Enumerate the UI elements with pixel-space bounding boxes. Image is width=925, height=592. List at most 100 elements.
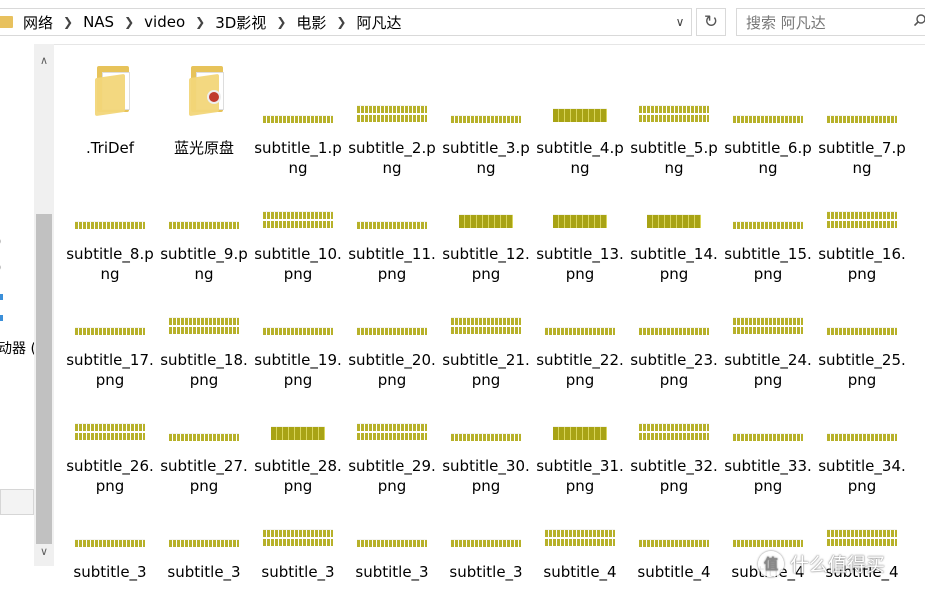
thumbnail [251, 160, 345, 244]
thumbnail [63, 478, 157, 562]
thumbnail [345, 160, 439, 244]
thumbnail [157, 478, 251, 562]
file-item[interactable]: subtitle_3 [63, 478, 157, 582]
chevron-right-icon[interactable]: ❯ [330, 15, 352, 29]
breadcrumb-item-nas[interactable]: NAS [79, 13, 118, 31]
watermark: 值 什么值得买 [758, 550, 885, 577]
subtitle-image-thumbnail [639, 423, 709, 440]
subtitle-image-thumbnail [75, 327, 145, 335]
subtitle-image-thumbnail [827, 433, 897, 441]
subtitle-image-thumbnail [451, 433, 521, 441]
chevron-right-icon[interactable]: ❯ [270, 15, 292, 29]
subtitle-image-thumbnail [733, 221, 803, 229]
search-input[interactable]: 搜索 阿凡达 [736, 8, 925, 36]
breadcrumb[interactable]: 网络 ❯ NAS ❯ video ❯ 3D影视 ❯ 电影 ❯ 阿凡达 ∨ [0, 8, 692, 36]
subtitle-image-thumbnail [545, 529, 615, 546]
subtitle-image-thumbnail [827, 211, 897, 228]
subtitle-image-thumbnail [169, 317, 239, 334]
subtitle-image-thumbnail [263, 529, 333, 546]
nav-item-fragment[interactable]: ) [0, 234, 1, 250]
nav-item-drive[interactable]: 动器 ( [0, 338, 36, 358]
breadcrumb-item-3d[interactable]: 3D影视 [211, 12, 270, 33]
thumbnail [815, 54, 909, 138]
file-name: subtitle_3 [167, 563, 241, 581]
address-bar: 网络 ❯ NAS ❯ video ❯ 3D影视 ❯ 电影 ❯ 阿凡达 ∨ ↻ 搜… [0, 0, 925, 45]
scrollbar-thumb[interactable] [36, 214, 52, 544]
file-item[interactable]: subtitle_4 [627, 478, 721, 582]
file-name: subtitle_3 [449, 563, 523, 581]
nav-item-fragment[interactable]: ) [0, 260, 1, 276]
subtitle-image-thumbnail [451, 317, 521, 334]
subtitle-image-thumbnail [553, 214, 607, 228]
thumbnail [815, 372, 909, 456]
folder-name: 蓝光原盘 [173, 139, 234, 157]
thumbnail [345, 478, 439, 562]
thumbnail [721, 160, 815, 244]
thumbnail [251, 266, 345, 350]
subtitle-image-thumbnail [357, 423, 427, 440]
subtitle-image-thumbnail [733, 115, 803, 123]
subtitle-image-thumbnail [357, 327, 427, 335]
thumbnail [439, 266, 533, 350]
thumbnail [63, 266, 157, 350]
subtitle-image-thumbnail [357, 105, 427, 122]
thumbnail [439, 54, 533, 138]
subtitle-image-thumbnail [733, 433, 803, 441]
breadcrumb-item-movies[interactable]: 电影 [292, 12, 330, 33]
thumbnail [157, 266, 251, 350]
folder-icon [95, 66, 130, 117]
folder-item[interactable]: 蓝光原盘 [157, 54, 251, 158]
chevron-right-icon[interactable]: ❯ [57, 15, 79, 29]
navigation-pane: ) ) 动器 ( [0, 44, 36, 592]
subtitle-image-thumbnail [553, 426, 607, 440]
drive-icon [0, 294, 3, 300]
thumbnail [533, 372, 627, 456]
subtitle-image-thumbnail [75, 539, 145, 547]
subtitle-image-thumbnail [827, 115, 897, 123]
subtitle-image-thumbnail [639, 105, 709, 122]
thumbnail [157, 160, 251, 244]
subtitle-image-thumbnail [75, 221, 145, 229]
thumbnail [627, 54, 721, 138]
folder-item[interactable]: .TriDef [63, 54, 157, 158]
thumbnail [251, 478, 345, 562]
subtitle-image-thumbnail [75, 423, 145, 440]
file-item[interactable]: subtitle_4 [533, 478, 627, 582]
subtitle-image-thumbnail [169, 433, 239, 441]
thumbnail [721, 266, 815, 350]
chevron-right-icon[interactable]: ❯ [118, 15, 140, 29]
subtitle-image-thumbnail [733, 317, 803, 334]
file-item[interactable]: subtitle_3 [345, 478, 439, 582]
subtitle-image-thumbnail [357, 221, 427, 229]
file-item[interactable]: subtitle_3 [439, 478, 533, 582]
subtitle-image-thumbnail [827, 327, 897, 335]
subtitle-image-thumbnail [263, 211, 333, 228]
subtitle-image-thumbnail [263, 327, 333, 335]
breadcrumb-item-video[interactable]: video [140, 13, 189, 31]
file-item[interactable]: subtitle_3 [251, 478, 345, 582]
thumbnail [251, 372, 345, 456]
subtitle-image-thumbnail [639, 327, 709, 335]
chevron-down-icon[interactable]: ∨ [669, 9, 691, 35]
scroll-down-icon[interactable]: ∨ [34, 541, 54, 561]
thumbnail [627, 372, 721, 456]
thumbnail [721, 372, 815, 456]
breadcrumb-item-network[interactable]: 网络 [19, 12, 57, 33]
chevron-right-icon[interactable]: ❯ [189, 15, 211, 29]
scroll-up-icon[interactable]: ∧ [34, 50, 54, 70]
folder-icon [189, 66, 224, 117]
folder-icon [0, 16, 13, 28]
nav-item-selected[interactable] [0, 489, 34, 515]
refresh-button[interactable]: ↻ [696, 8, 726, 36]
thumbnail [63, 372, 157, 456]
file-item[interactable]: subtitle_3 [157, 478, 251, 582]
thumbnail [439, 372, 533, 456]
drive-icon [0, 315, 3, 321]
thumbnail [721, 54, 815, 138]
breadcrumb-item-avatar[interactable]: 阿凡达 [352, 12, 405, 33]
thumbnail [345, 54, 439, 138]
subtitle-image-thumbnail [553, 108, 607, 122]
thumbnail [345, 266, 439, 350]
vertical-scrollbar[interactable]: ∧ ∨ [34, 44, 54, 566]
thumbnail [63, 54, 157, 138]
